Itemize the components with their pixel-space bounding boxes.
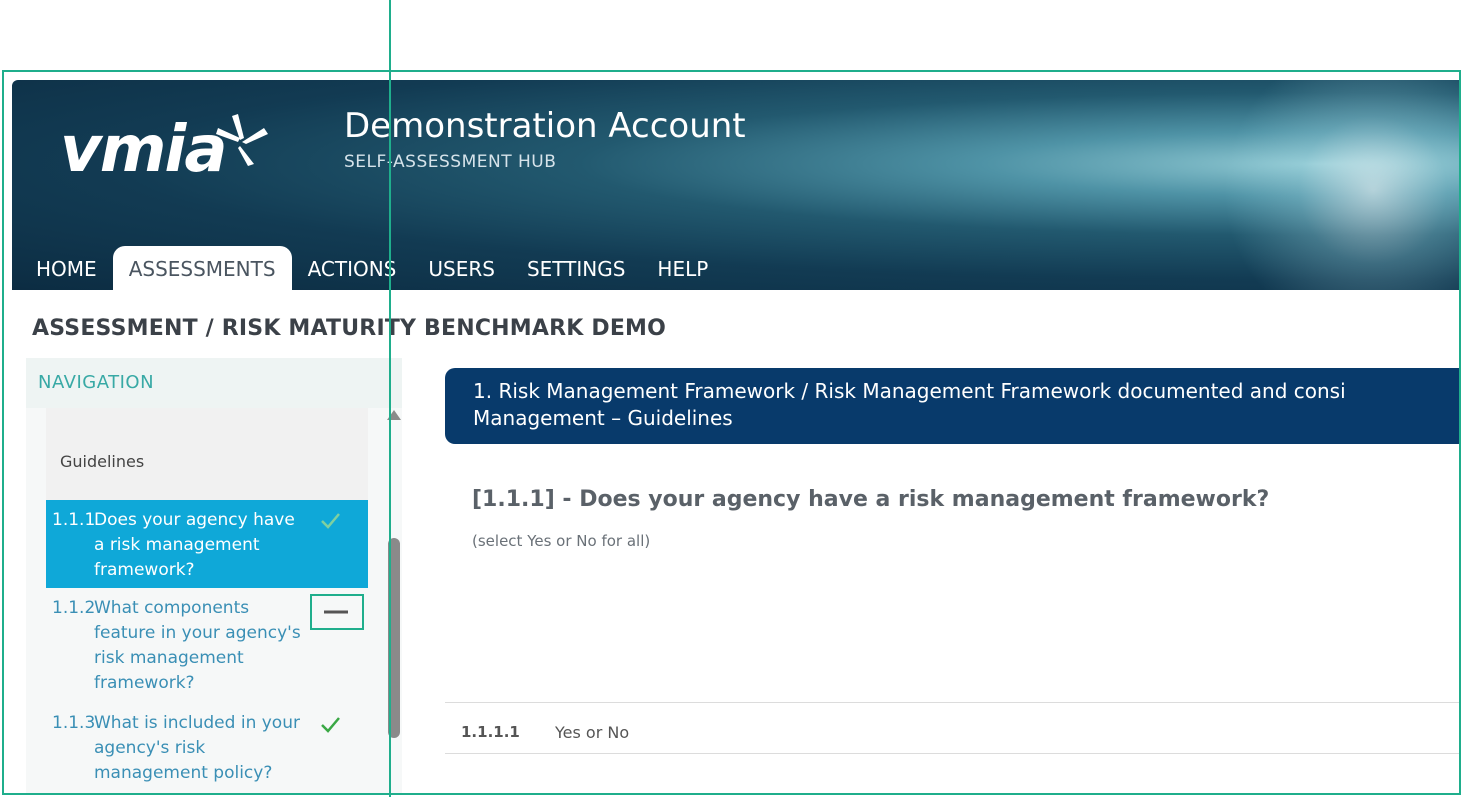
sidebar-item-1-1-1[interactable]: 1.1.1 Does your agency have a risk manag… [46,500,368,588]
nav-home[interactable]: HOME [20,246,113,290]
banner-line-1: 1. Risk Management Framework / Risk Mana… [473,379,1346,403]
vmia-logo[interactable]: vmia [60,114,270,194]
main-nav: HOME ASSESSMENTS ACTIONS USERS SETTINGS … [20,246,724,290]
question-section-banner: 1. Risk Management Framework / Risk Mana… [445,368,1459,444]
check-icon [321,717,340,733]
app-window: vmia Demonstration Account SELF-ASSESSME… [2,70,1461,795]
sidebar-header: NAVIGATION [26,358,402,408]
sidebar-group-row[interactable]: Guidelines [46,408,368,500]
logo-text: vmia [60,113,228,187]
sidebar-header-label: NAVIGATION [38,372,155,393]
logo-star-icon [216,114,268,166]
sidebar-item-label: What components feature in your agency's… [94,598,301,693]
sidebar-item-number: 1.1.3 [52,713,96,733]
question-hint: (select Yes or No for all) [472,532,651,550]
sidebar-item-number: 1.1.2 [52,598,96,618]
answer-label: Yes or No [555,723,630,742]
header-banner: vmia Demonstration Account SELF-ASSESSME… [12,80,1459,290]
answer-row[interactable]: 1.1.1.1 Yes or No [445,702,1459,754]
breadcrumb: ASSESSMENT / RISK MATURITY BENCHMARK DEM… [32,316,667,341]
check-icon [321,513,340,529]
banner-line-2: Management – Guidelines [473,406,733,430]
account-title: Demonstration Account [344,106,746,146]
question-title: [1.1.1] - Does your agency have a risk m… [472,487,1270,512]
answer-number: 1.1.1.1 [461,723,520,741]
nav-actions[interactable]: ACTIONS [292,246,413,290]
account-subtitle: SELF-ASSESSMENT HUB [344,152,557,172]
nav-help[interactable]: HELP [641,246,724,290]
nav-settings[interactable]: SETTINGS [511,246,641,290]
nav-assessments[interactable]: ASSESSMENTS [112,246,292,290]
sidebar-group-label: Guidelines [60,452,145,471]
minus-icon [324,610,348,614]
sidebar-panel: Guidelines 1.1.1 Does your agency have a… [26,408,402,793]
nav-users[interactable]: USERS [412,246,511,290]
callout-line [389,0,391,797]
sidebar-item-label: What is included in your agency's risk m… [94,713,300,783]
question-section-title: 1. Risk Management Framework / Risk Mana… [473,378,1459,432]
sidebar-item-number: 1.1.1 [52,510,96,530]
sidebar-item-label: Does your agency have a risk management … [94,510,295,580]
